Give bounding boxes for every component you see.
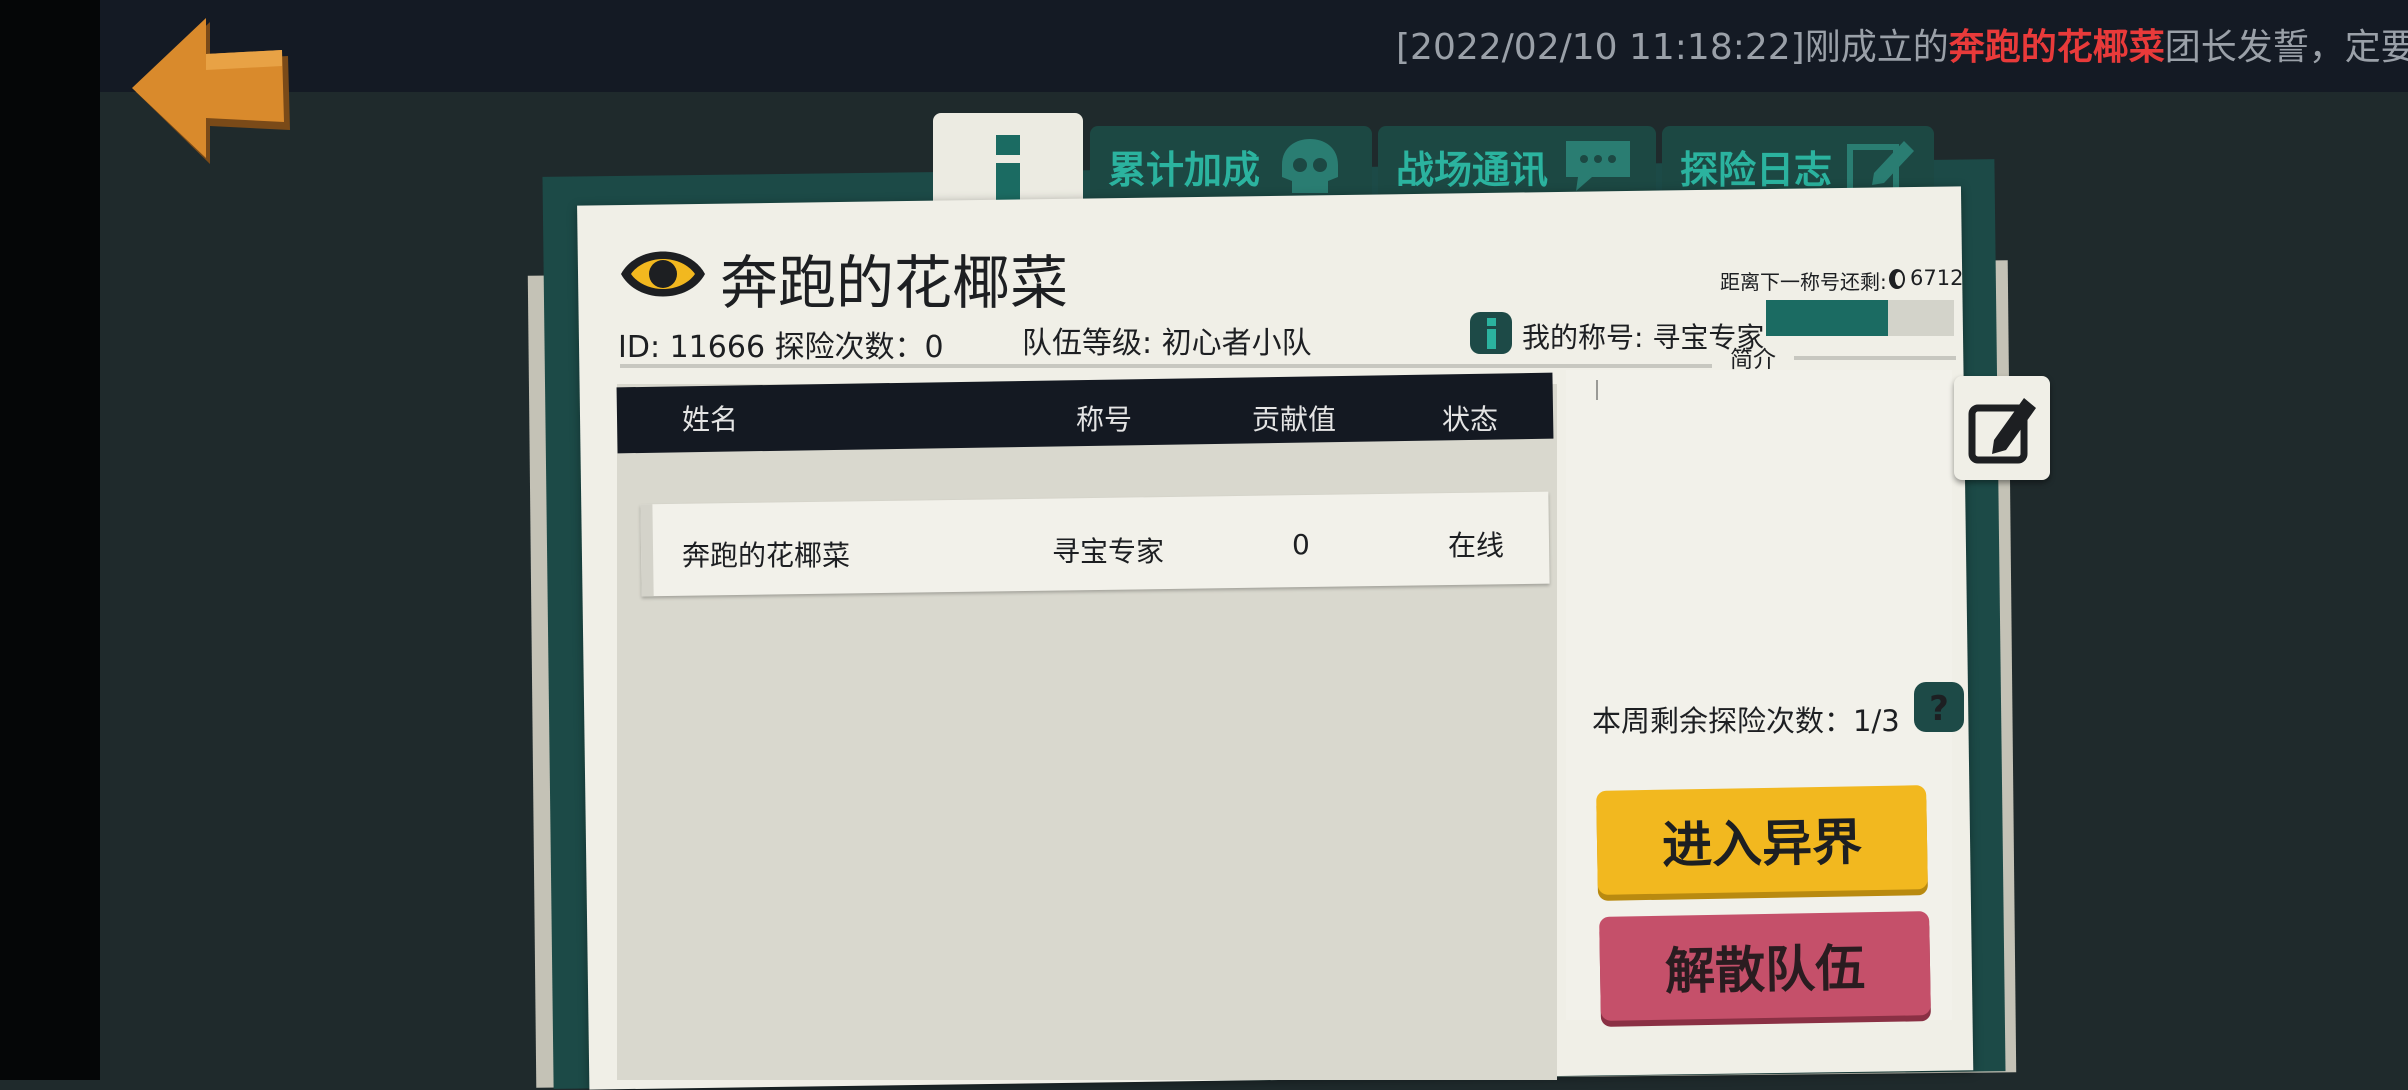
tab-journal-label: 探险日志 <box>1680 147 1833 192</box>
edit-icon <box>1968 398 2036 464</box>
back-arrow-icon[interactable] <box>128 14 298 174</box>
enter-otherworld-button[interactable]: 进入异界 <box>1596 785 1928 895</box>
member-table-area <box>617 384 1557 1080</box>
member-title: 寻宝专家 <box>1052 535 1165 568</box>
column-header-name: 姓名 <box>682 403 739 436</box>
tab-cumulative-bonus[interactable]: 累计加成 <box>1090 126 1372 206</box>
skull-icon <box>1282 139 1339 193</box>
ticker-team-name: 奔跑的花椰菜 <box>1948 27 2165 68</box>
info-icon[interactable] <box>1468 310 1514 356</box>
ticker-text: [2022/02/10 11:18:22]刚成立的奔跑的花椰菜团长发誓，定要带领… <box>1396 18 2408 70</box>
svg-text:?: ? <box>1929 689 1949 729</box>
my-title: 我的称号: 寻宝专家 <box>1522 321 1765 354</box>
weekly-remaining-adventures: 本周剩余探险次数：1/3 <box>1592 704 1900 738</box>
member-contribution: 0 <box>1292 528 1310 561</box>
tab-battlefield-label: 战场通讯 <box>1396 147 1549 192</box>
disband-team-button[interactable]: 解散队伍 <box>1599 911 1931 1021</box>
title-progress-fill <box>1766 300 1889 336</box>
help-icon[interactable]: ? <box>1912 680 1966 734</box>
member-status: 在线 <box>1448 529 1505 562</box>
intro-label: 简介 <box>1730 347 1776 373</box>
team-name: 奔跑的花椰菜 <box>720 249 1069 317</box>
info-tab-icon <box>996 135 1020 155</box>
left-edge-strip <box>0 0 100 1080</box>
header-divider <box>620 364 1712 368</box>
ticker-suffix: 团长发誓，定要带领大 <box>2164 27 2408 68</box>
announcement-ticker: [2022/02/10 11:18:22]刚成立的奔跑的花椰菜团长发誓，定要带领… <box>100 0 2408 92</box>
next-title-label: 距离下一称号还剩: <box>1720 270 1887 294</box>
member-name: 奔跑的花椰菜 <box>682 539 851 572</box>
eye-icon <box>621 251 705 297</box>
team-level: 队伍等级: 初心者小队 <box>1022 326 1312 361</box>
next-title-value: 6712 <box>1910 266 1964 290</box>
title-progress-bar <box>1766 300 1954 336</box>
intro-text-caret <box>1596 380 1598 400</box>
chat-bubble-icon <box>1566 141 1631 191</box>
column-header-title: 称号 <box>1076 403 1133 436</box>
coin-icon <box>1889 269 1905 289</box>
column-header-status: 状态 <box>1442 403 1499 436</box>
tab-cumulative-label: 累计加成 <box>1108 147 1261 192</box>
edit-intro-button[interactable] <box>1954 376 2050 480</box>
team-id-and-count: ID: 11666 探险次数：0 <box>618 330 944 365</box>
column-header-contribution: 贡献值 <box>1252 403 1337 436</box>
intro-divider <box>1794 356 1956 360</box>
ticker-prefix: [2022/02/10 11:18:22]刚成立的 <box>1396 27 1949 68</box>
